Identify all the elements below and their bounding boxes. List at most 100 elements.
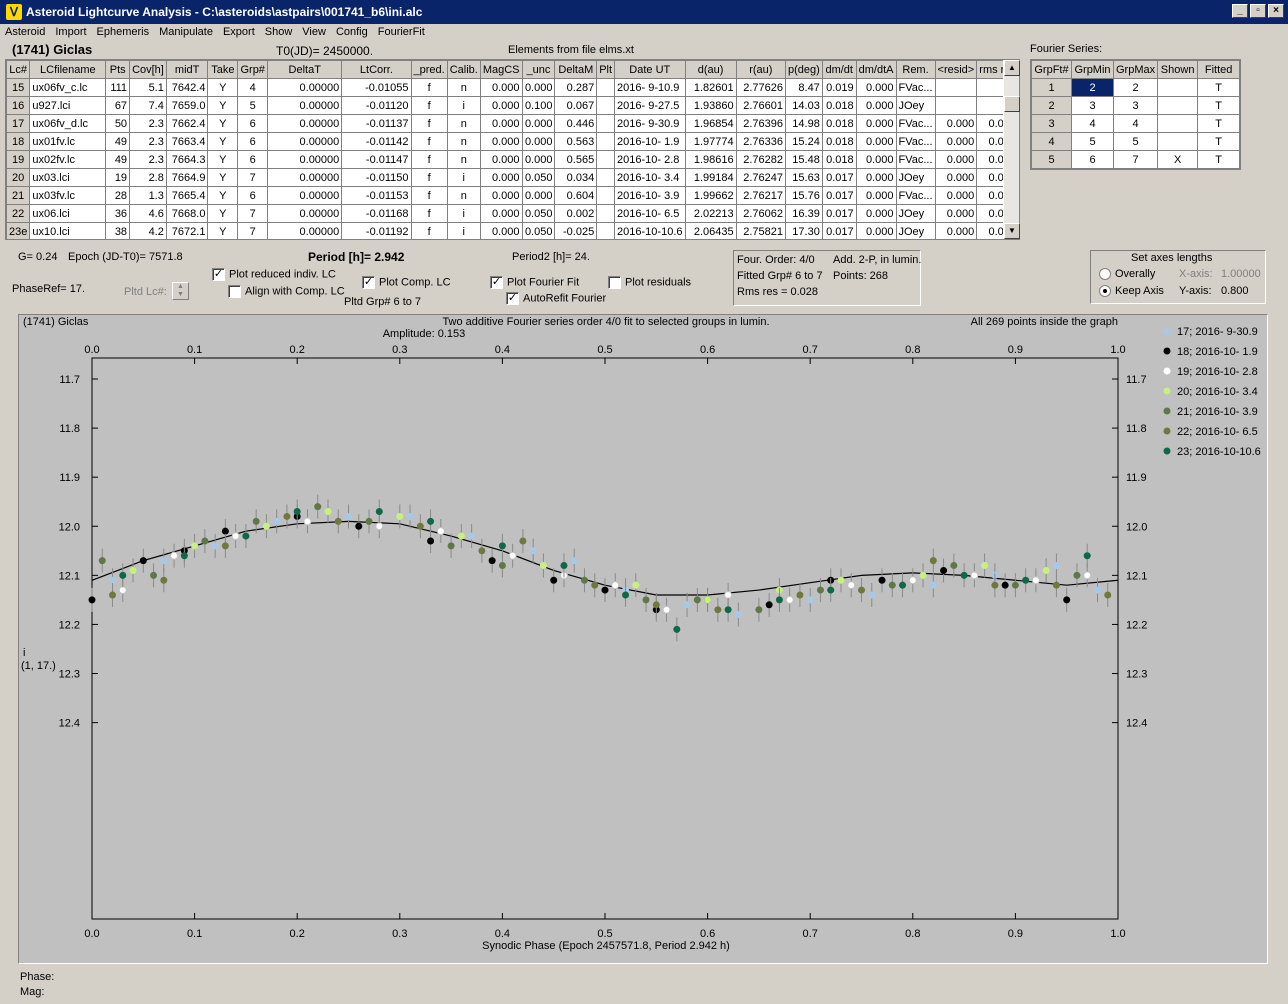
table-cell[interactable]: 19 — [105, 168, 131, 187]
table-cell[interactable]: 0.000 — [934, 132, 978, 151]
row-header[interactable]: 1 — [1031, 78, 1072, 97]
table-cell[interactable]: 2.3 — [129, 150, 167, 169]
table-cell[interactable]: -0.025 — [554, 222, 598, 239]
menu-import[interactable]: Import — [55, 26, 86, 38]
table-cell[interactable]: T — [1197, 96, 1241, 115]
table-cell[interactable]: 0.00000 — [267, 150, 343, 169]
table-cell[interactable]: 2.3 — [129, 132, 167, 151]
table-cell[interactable]: 4 — [237, 78, 269, 97]
table-cell[interactable]: 0.000 — [479, 96, 523, 115]
table-cell[interactable]: 28 — [105, 186, 131, 205]
table-cell[interactable]: 0.00000 — [267, 186, 343, 205]
table-cell[interactable]: 0.000 — [855, 150, 897, 169]
lc-col-header[interactable]: MagCS — [479, 60, 523, 79]
table-row[interactable]: 233T — [1031, 96, 1241, 115]
table-cell[interactable]: 0.000 — [479, 132, 523, 151]
table-cell[interactable]: 49 — [105, 150, 131, 169]
table-cell[interactable]: 2 — [1071, 78, 1114, 97]
table-cell[interactable]: ux03fv.lc — [29, 186, 107, 205]
table-cell[interactable]: 0.034 — [554, 168, 598, 187]
table-cell[interactable]: 15.76 — [785, 186, 823, 205]
table-cell[interactable]: 0.067 — [554, 96, 598, 115]
table-cell[interactable]: 2 — [1112, 78, 1159, 97]
table-cell[interactable]: 2.76396 — [735, 114, 787, 133]
table-cell[interactable]: 7664.9 — [165, 168, 209, 187]
table-cell[interactable]: 7 — [1112, 150, 1159, 169]
table-cell[interactable]: -0.01142 — [341, 132, 412, 151]
table-cell[interactable] — [596, 204, 616, 223]
table-cell[interactable]: 2016- 9-10.9 — [614, 78, 686, 97]
table-cell[interactable]: n — [446, 132, 481, 151]
table-cell[interactable] — [596, 132, 616, 151]
table-cell[interactable]: 0.000 — [479, 168, 523, 187]
table-cell[interactable]: 0.000 — [855, 204, 897, 223]
table-cell[interactable]: 7662.4 — [165, 114, 209, 133]
table-cell[interactable]: 0.00000 — [267, 78, 343, 97]
row-header[interactable]: 17 — [6, 114, 31, 133]
lc-col-header[interactable]: r(au) — [735, 60, 787, 79]
table-cell[interactable]: 2.77626 — [735, 78, 787, 97]
table-row[interactable]: 16 u927.lci 67 7.4 7659.0 Y 5 0.00000 -0.01120 f i… — [6, 96, 1019, 115]
table-cell[interactable]: Y — [207, 204, 239, 223]
table-cell[interactable]: T — [1197, 132, 1241, 151]
table-row[interactable]: 20 ux03.lci 19 2.8 7664.9 Y 7 0.00000 -0.01150 f i… — [6, 168, 1019, 187]
table-cell[interactable]: 0.000 — [521, 150, 556, 169]
table-cell[interactable]: 5 — [1112, 132, 1159, 151]
table-cell[interactable]: 0.000 — [479, 150, 523, 169]
row-header[interactable]: 23e — [6, 222, 31, 239]
table-cell[interactable]: 111 — [105, 78, 131, 97]
table-cell[interactable]: 7659.0 — [165, 96, 209, 115]
table-cell[interactable]: 0.050 — [521, 168, 556, 187]
table-cell[interactable] — [1157, 132, 1199, 151]
table-cell[interactable]: 36 — [105, 204, 131, 223]
table-cell[interactable]: 0.000 — [521, 114, 556, 133]
table-cell[interactable]: 4 — [1071, 114, 1114, 133]
table-cell[interactable]: -0.01137 — [341, 114, 412, 133]
table-cell[interactable]: Y — [207, 150, 239, 169]
fs-col-header[interactable]: Shown — [1157, 60, 1199, 79]
lc-col-header[interactable]: Lc# — [6, 60, 31, 79]
table-cell[interactable]: Y — [207, 186, 239, 205]
menu-export[interactable]: Export — [223, 26, 255, 38]
table-cell[interactable]: -0.01192 — [341, 222, 412, 239]
table-cell[interactable]: FVac... — [895, 78, 936, 97]
scroll-up-button[interactable]: ▲ — [1004, 60, 1020, 76]
plot-comp-checkbox[interactable]: ✓ Plot Comp. LC — [362, 276, 451, 289]
table-cell[interactable]: 0.019 — [821, 78, 857, 97]
table-cell[interactable]: 2.06435 — [684, 222, 737, 239]
table-cell[interactable]: 0.287 — [554, 78, 598, 97]
table-cell[interactable]: 0.000 — [479, 186, 523, 205]
table-cell[interactable]: FVac... — [895, 186, 936, 205]
row-header[interactable]: 20 — [6, 168, 31, 187]
table-cell[interactable]: JOey — [895, 204, 936, 223]
table-cell[interactable]: FVac... — [895, 132, 936, 151]
menu-ephemeris[interactable]: Ephemeris — [97, 26, 150, 38]
table-cell[interactable]: FVac... — [895, 150, 936, 169]
table-cell[interactable]: 1.3 — [129, 186, 167, 205]
lc-col-header[interactable]: DeltaM — [554, 60, 598, 79]
table-cell[interactable]: -0.01055 — [341, 78, 412, 97]
table-cell[interactable]: 0.563 — [554, 132, 598, 151]
table-cell[interactable]: ux06fv_c.lc — [29, 78, 107, 97]
table-cell[interactable]: 0.100 — [521, 96, 556, 115]
table-cell[interactable]: 0.000 — [934, 204, 978, 223]
table-row[interactable]: 18 ux01fv.lc 49 2.3 7663.4 Y 6 0.00000 -0.01142 f… — [6, 132, 1019, 151]
table-cell[interactable]: 0.604 — [554, 186, 598, 205]
table-cell[interactable]: Y — [207, 222, 239, 239]
table-cell[interactable]: 6 — [237, 150, 269, 169]
table-cell[interactable]: i — [446, 96, 481, 115]
table-cell[interactable]: 4.2 — [129, 222, 167, 239]
table-cell[interactable]: f — [410, 96, 448, 115]
table-cell[interactable] — [934, 78, 978, 97]
lc-col-header[interactable]: Date UT — [614, 60, 686, 79]
table-cell[interactable]: Y — [207, 78, 239, 97]
x-axis-value[interactable]: 1.00000 — [1221, 268, 1261, 280]
table-cell[interactable]: 17.30 — [785, 222, 823, 239]
table-cell[interactable]: 4 — [1112, 114, 1159, 133]
table-cell[interactable] — [596, 186, 616, 205]
table-cell[interactable] — [596, 222, 616, 239]
lc-col-header[interactable]: Take — [207, 60, 239, 79]
table-cell[interactable]: 0.00000 — [267, 132, 343, 151]
table-cell[interactable] — [934, 96, 978, 115]
scroll-down-button[interactable]: ▼ — [1004, 223, 1020, 239]
